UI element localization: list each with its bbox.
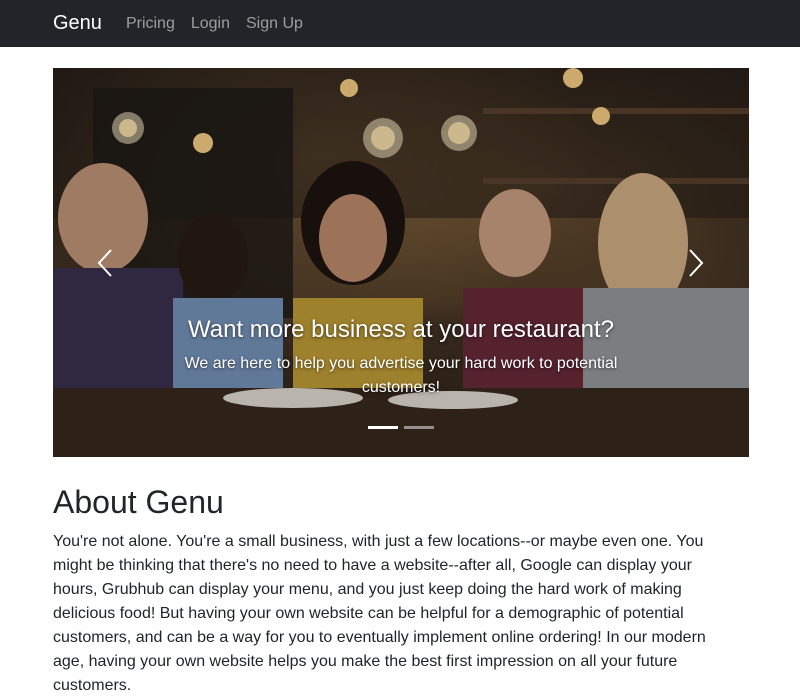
carousel-caption-text: We are here to help you advertise your h… <box>184 355 618 396</box>
hero-carousel: Want more business at your restaurant? W… <box>53 68 749 457</box>
about-heading: About Genu <box>53 484 224 520</box>
carousel-caption: Want more business at your restaurant? W… <box>53 316 749 400</box>
brand-link[interactable]: Genu <box>53 12 102 35</box>
nav-link-login[interactable]: Login <box>191 15 230 33</box>
nav-link-sign-up[interactable]: Sign Up <box>246 15 303 33</box>
carousel-indicator-1[interactable] <box>368 426 398 429</box>
about-section: About Genu You're not alone. You're a sm… <box>53 480 733 698</box>
carousel-prev-button[interactable] <box>85 238 125 288</box>
carousel-caption-title: Want more business at your restaurant? <box>188 316 614 343</box>
about-body: You're not alone. You're a small busines… <box>53 533 706 694</box>
carousel-indicators <box>53 426 749 429</box>
carousel-indicator-2[interactable] <box>404 426 434 429</box>
nav-link-pricing[interactable]: Pricing <box>126 15 175 33</box>
chevron-right-icon <box>689 249 704 277</box>
chevron-left-icon <box>97 249 112 277</box>
navbar: Genu Pricing Login Sign Up <box>0 0 800 47</box>
carousel-next-button[interactable] <box>676 238 716 288</box>
